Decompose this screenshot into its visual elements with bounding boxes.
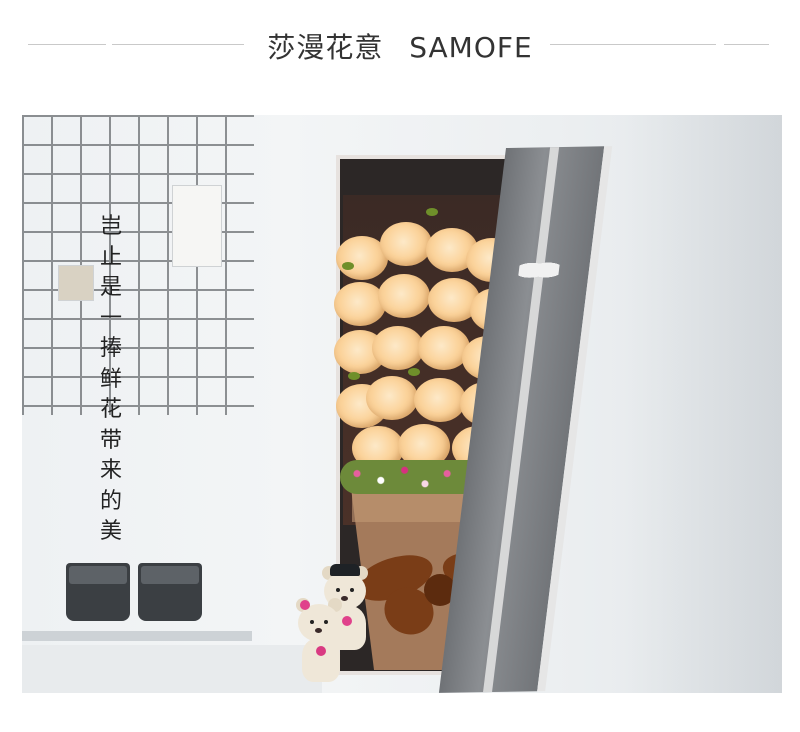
bear-eye (310, 620, 314, 624)
bear-body (302, 638, 340, 682)
rose (372, 326, 424, 370)
bear-nose (315, 628, 322, 633)
cup-left (66, 563, 130, 621)
brand-name-cn: 莎漫花意 (267, 31, 384, 64)
bear-flower (342, 616, 352, 626)
brand-title: 莎漫花意 SAMOFE (0, 26, 800, 66)
bear-eye (336, 588, 340, 592)
hanging-photo (58, 265, 94, 301)
brand-name-en: SAMOFE (409, 31, 533, 64)
shelf (22, 631, 252, 641)
rose (366, 376, 418, 420)
slogan-char: 美 (99, 519, 122, 544)
slogan-char: 来 (99, 458, 122, 483)
hanging-card (172, 185, 222, 267)
slogan-char: 带 (99, 427, 122, 453)
slogan-char: 岂 (99, 214, 122, 239)
rose (380, 222, 432, 266)
bear-flower (316, 646, 326, 656)
slogan-char: 是 (99, 275, 122, 300)
table (22, 645, 322, 693)
rose (414, 378, 466, 422)
rose (378, 274, 430, 318)
bear-hair-flower (300, 600, 310, 610)
slogan-char: 花 (99, 397, 122, 422)
cup-right (138, 563, 202, 621)
bear-nose (341, 596, 348, 601)
leaf (348, 372, 360, 380)
brand-header: 莎漫花意 SAMOFE (0, 0, 800, 90)
leaf (426, 208, 438, 216)
vertical-slogan: 岂 止 是 一 捧 鲜 花 带 来 的 美 (96, 212, 126, 548)
bear-eye (350, 588, 354, 592)
leaf (408, 368, 420, 376)
slogan-char: 的 (99, 488, 122, 514)
lid-bow (517, 256, 561, 284)
bear-eye (324, 620, 328, 624)
slogan-char: 一 (99, 305, 122, 331)
slogan-char: 捧 (99, 336, 122, 361)
leaf (342, 262, 354, 270)
wall-shadow (622, 115, 782, 693)
slogan-char: 鲜 (99, 366, 122, 392)
bear-hat (330, 564, 360, 576)
slogan-char: 止 (99, 244, 122, 270)
